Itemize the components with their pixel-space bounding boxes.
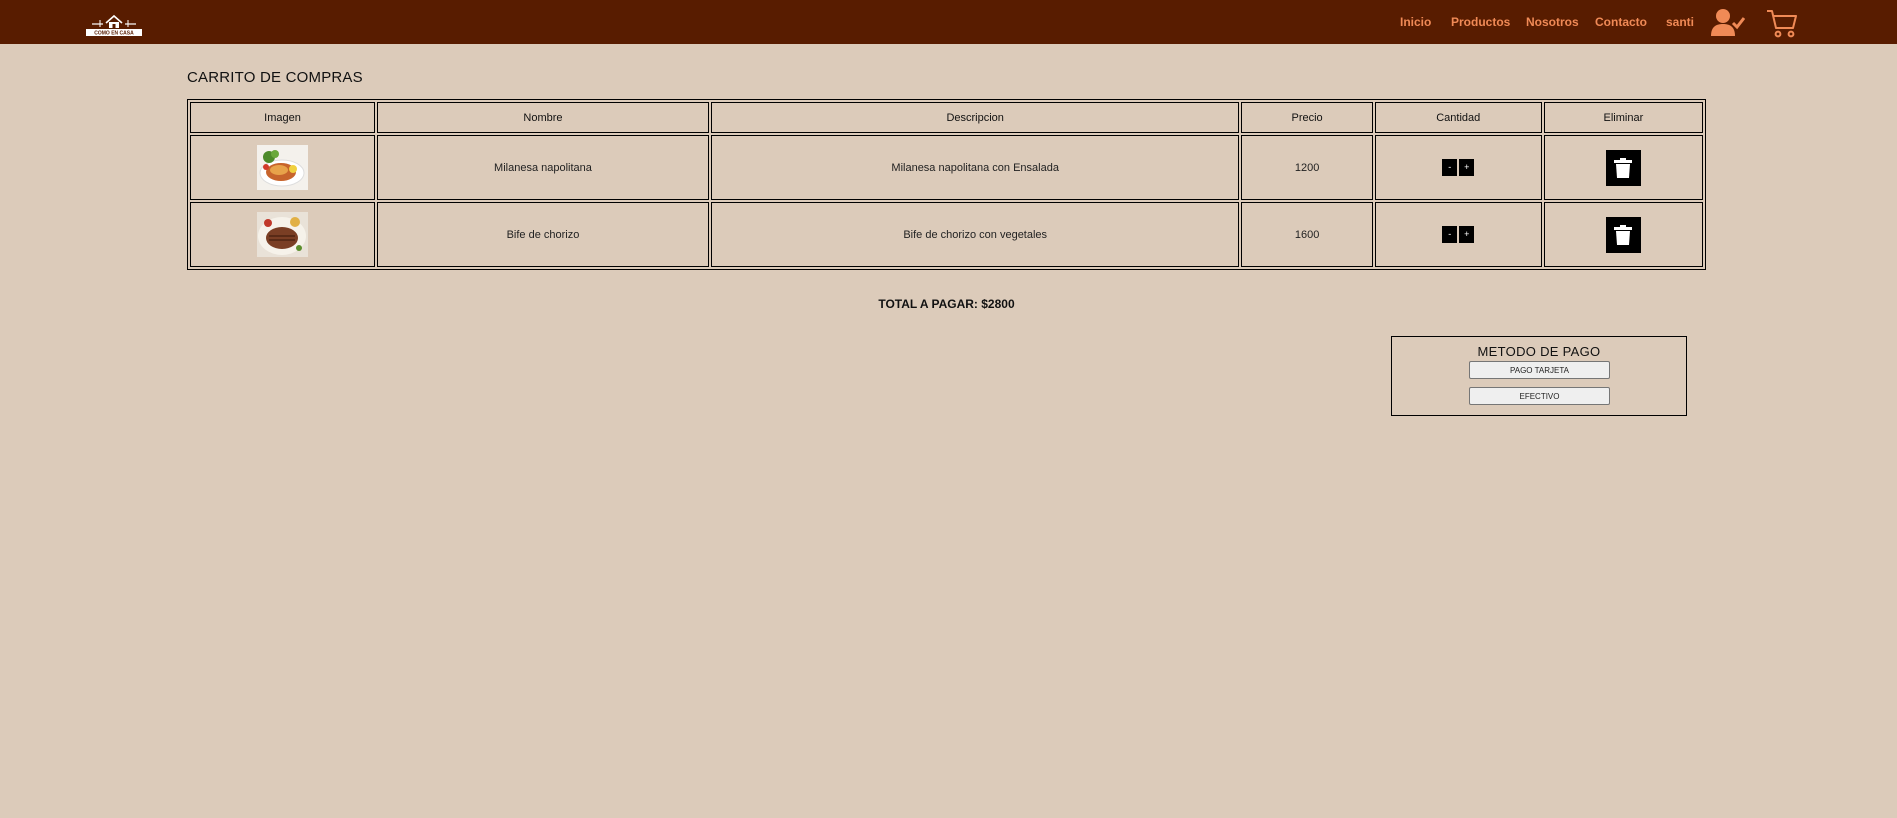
quantity-stepper: - +: [1442, 226, 1475, 243]
column-header-eliminar: Eliminar: [1543, 102, 1703, 133]
table-row: Milanesa napolitana Milanesa napolitana …: [190, 135, 1703, 200]
user-check-icon[interactable]: [1711, 8, 1746, 36]
bife-photo: [257, 212, 308, 257]
column-header-descripcion: Descripcion: [710, 102, 1240, 133]
column-header-nombre: Nombre: [377, 102, 709, 133]
delete-button[interactable]: [1605, 216, 1641, 253]
shopping-cart-icon[interactable]: [1766, 8, 1798, 38]
total-to-pay: TOTAL A PAGAR: $2800: [878, 297, 1015, 311]
product-name: Milanesa napolitana: [377, 135, 709, 200]
trash-icon: [1614, 224, 1633, 245]
payment-method-box: METODO DE PAGO PAGO TARJETA EFECTIVO: [1391, 336, 1687, 416]
trash-icon: [1614, 157, 1633, 178]
quantity-cell: - +: [1374, 135, 1542, 200]
table-header-row: Imagen Nombre Descripcion Precio Cantida…: [190, 102, 1703, 133]
decrement-button[interactable]: -: [1442, 226, 1458, 243]
decrement-button[interactable]: -: [1442, 159, 1458, 176]
column-header-precio: Precio: [1241, 102, 1373, 133]
brand-logo[interactable]: COMO EN CASA: [84, 9, 144, 37]
column-header-cantidad: Cantidad: [1374, 102, 1542, 133]
product-description: Milanesa napolitana con Ensalada: [710, 135, 1240, 200]
payment-method-title: METODO DE PAGO: [1477, 344, 1601, 359]
increment-button[interactable]: +: [1459, 226, 1475, 243]
product-name: Bife de chorizo: [377, 202, 709, 267]
delete-button[interactable]: [1605, 149, 1641, 186]
quantity-stepper: - +: [1442, 159, 1475, 176]
product-description: Bife de chorizo con vegetales: [710, 202, 1240, 267]
cash-payment-button[interactable]: EFECTIVO: [1469, 387, 1610, 405]
quantity-cell: - +: [1374, 202, 1542, 267]
product-image-cell: [190, 202, 376, 267]
delete-cell: [1543, 202, 1703, 267]
card-payment-button[interactable]: PAGO TARJETA: [1469, 361, 1610, 379]
milanesa-photo: [257, 145, 308, 190]
increment-button[interactable]: +: [1459, 159, 1475, 176]
column-header-imagen: Imagen: [190, 102, 376, 133]
nav-contacto[interactable]: Contacto: [1595, 15, 1647, 29]
cart-table: Imagen Nombre Descripcion Precio Cantida…: [187, 99, 1706, 270]
product-price: 1200: [1241, 135, 1373, 200]
nav-productos[interactable]: Productos: [1451, 15, 1510, 29]
product-price: 1600: [1241, 202, 1373, 267]
table-row: Bife de chorizo Bife de chorizo con vege…: [190, 202, 1703, 267]
svg-text:COMO EN CASA: COMO EN CASA: [94, 31, 134, 37]
product-image-cell: [190, 135, 376, 200]
nav-nosotros[interactable]: Nosotros: [1526, 15, 1579, 29]
delete-cell: [1543, 135, 1703, 200]
page-title: CARRITO DE COMPRAS: [187, 69, 363, 86]
top-navbar: COMO EN CASA Inicio Productos Nosotros C…: [0, 0, 1897, 44]
nav-user-name[interactable]: santi: [1666, 15, 1694, 29]
house-logo-icon: COMO EN CASA: [86, 14, 142, 37]
nav-inicio[interactable]: Inicio: [1400, 15, 1431, 29]
